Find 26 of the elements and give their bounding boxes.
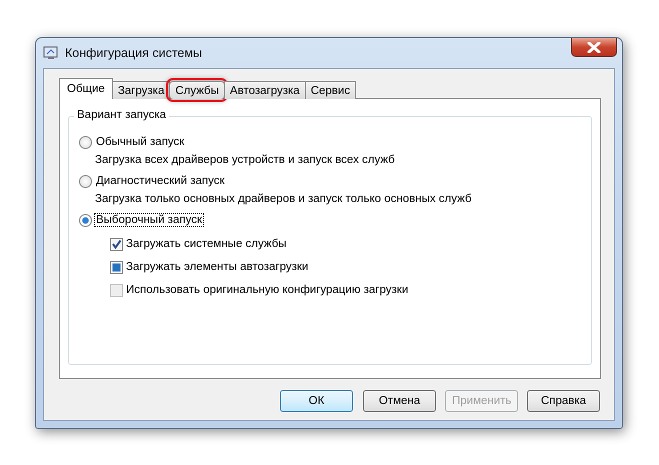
checkbox-label: Загружать элементы автозагрузки <box>126 261 308 273</box>
window-title: Конфигурация системы <box>65 46 203 60</box>
radio-label: Выборочный запуск <box>95 214 203 226</box>
monitor-icon <box>43 45 59 61</box>
dialog-button[interactable]: Справка <box>527 390 600 412</box>
tab[interactable]: Сервис <box>304 81 356 99</box>
tab[interactable]: Загрузка <box>112 81 170 99</box>
dialog-button[interactable]: ОК <box>280 390 353 412</box>
tab[interactable]: Службы <box>169 81 225 99</box>
option-description: Загрузка всех драйверов устройств и запуск всех служб <box>95 154 396 166</box>
radio-button[interactable] <box>79 174 92 188</box>
tab[interactable]: Автозагрузка <box>224 81 306 99</box>
checkbox-label: Загружать системные службы <box>126 238 287 250</box>
checkbox[interactable] <box>110 260 123 274</box>
radio-label: Диагностический запуск <box>95 175 226 187</box>
dialog-button[interactable]: Отмена <box>363 390 436 412</box>
close-button[interactable] <box>571 38 617 57</box>
option-description: Загрузка только основных драйверов и запуск только основных служб <box>95 193 473 205</box>
checkbox-label: Использовать оригинальную конфигурацию загрузки <box>126 284 408 296</box>
group-title: Вариант запуска <box>74 109 170 121</box>
checkbox[interactable] <box>110 238 123 250</box>
radio-label: Обычный запуск <box>95 136 186 148</box>
tab[interactable]: Общие <box>59 78 113 99</box>
close-icon <box>587 42 601 52</box>
radio-button[interactable] <box>79 214 92 226</box>
radio-button[interactable] <box>79 136 92 148</box>
